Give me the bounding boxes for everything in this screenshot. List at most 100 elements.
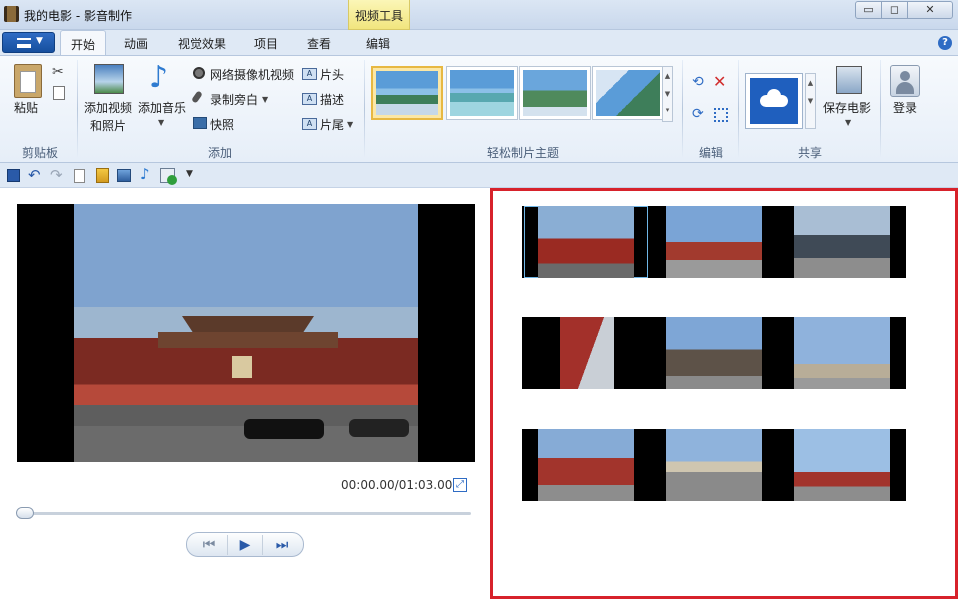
clip-thumbnail[interactable] <box>524 429 648 501</box>
music-note-icon[interactable]: ♪ <box>140 165 150 183</box>
new-project-icon[interactable] <box>74 169 85 183</box>
chevron-down-icon: ▼ <box>36 36 43 46</box>
rotate-left-icon[interactable]: ⟲ <box>692 74 704 90</box>
chevron-down-icon[interactable]: ▼ <box>845 118 851 127</box>
full-screen-icon[interactable]: ⤢ <box>453 478 467 492</box>
playback-controls: ⏮ ▶ ⏭ <box>186 532 304 557</box>
timecode-display: 00:00.00/01:03.00 <box>341 478 453 492</box>
rotate-right-icon[interactable]: ⟳ <box>692 106 704 122</box>
credits-icon: A <box>302 118 317 130</box>
group-divider <box>364 60 365 158</box>
scroll-up-icon[interactable]: ▲ <box>806 74 815 92</box>
group-label-themes: 轻松制片主题 <box>486 146 559 160</box>
microphone-icon <box>191 90 203 104</box>
save-icon[interactable] <box>7 169 20 182</box>
theme-default[interactable] <box>371 66 443 120</box>
tab-visual-effects[interactable]: 视觉效果 <box>168 30 236 55</box>
add-music-button[interactable]: 添加音乐 <box>138 99 186 116</box>
delete-icon[interactable]: ✕ <box>713 72 726 91</box>
chevron-down-icon[interactable]: ▼ <box>158 118 164 127</box>
expand-gallery-icon[interactable]: ▾ <box>663 103 672 117</box>
save-movie-button[interactable]: 保存电影 <box>823 99 871 116</box>
tab-animations[interactable]: 动画 <box>112 30 160 55</box>
tab-view[interactable]: 查看 <box>296 30 342 55</box>
tab-project[interactable]: 项目 <box>244 30 288 55</box>
seek-thumb[interactable] <box>16 507 34 519</box>
group-divider <box>77 60 78 158</box>
help-icon[interactable]: ? <box>938 36 952 50</box>
group-label-edit: 编辑 <box>698 146 723 160</box>
title-bar <box>0 0 958 30</box>
close-button[interactable]: ✕ <box>907 1 953 19</box>
previous-frame-icon[interactable]: ⏮ <box>191 535 227 555</box>
webcam-video-button[interactable]: 网络摄像机视频 <box>210 66 294 83</box>
chevron-down-icon[interactable]: ▼ <box>347 120 353 129</box>
group-divider <box>880 60 881 158</box>
paste-button[interactable]: 粘贴 <box>14 99 38 116</box>
maximize-button[interactable]: ◻ <box>881 1 908 19</box>
snapshot-check-icon[interactable] <box>160 168 177 185</box>
seek-bar[interactable] <box>17 512 471 515</box>
film-app-icon[interactable] <box>4 6 19 22</box>
customize-qat-icon[interactable]: ▼ <box>186 169 193 179</box>
preview-frame-image <box>74 204 418 462</box>
onedrive-share-button[interactable] <box>745 73 803 129</box>
scroll-down-icon[interactable]: ▼ <box>663 85 672 103</box>
title-icon: A <box>302 68 317 80</box>
minimize-button[interactable]: ▭ <box>855 1 882 19</box>
clip-thumbnail[interactable] <box>780 317 906 389</box>
open-project-icon[interactable] <box>96 168 109 183</box>
share-scroll[interactable]: ▲ ▼ <box>805 73 816 129</box>
quick-access-toolbar: ↶ ↷ ♪ ▼ <box>0 164 958 188</box>
undo-icon[interactable]: ↶ <box>28 166 41 184</box>
play-icon[interactable]: ▶ <box>227 535 263 555</box>
group-label-share: 共享 <box>797 146 822 160</box>
redo-icon[interactable]: ↷ <box>50 166 63 184</box>
clip-thumbnail[interactable] <box>650 429 778 501</box>
playhead-marker[interactable] <box>522 206 524 278</box>
chevron-down-icon[interactable]: ▼ <box>262 95 268 104</box>
clip-thumbnail[interactable] <box>780 206 906 278</box>
theme-cinematic[interactable] <box>519 66 591 120</box>
ribbon-tab-row: ▼ 开始 动画 视觉效果 项目 查看 编辑 ? <box>0 30 958 55</box>
group-divider <box>682 60 683 158</box>
theme-contemporary[interactable] <box>446 66 518 120</box>
cut-icon[interactable]: ✂ <box>52 64 64 80</box>
group-label-add: 添加 <box>207 146 232 160</box>
add-video-button[interactable]: 添加视频 <box>84 99 132 116</box>
clip-thumbnail[interactable] <box>524 317 648 389</box>
file-menu-button[interactable]: ▼ <box>2 32 55 53</box>
caption-button[interactable]: 描述 <box>320 91 344 108</box>
context-tab-video-tools: 视频工具 <box>348 0 410 30</box>
credits-button[interactable]: 片尾 <box>320 116 344 133</box>
video-preview[interactable] <box>17 204 475 462</box>
sign-in-button[interactable]: 登录 <box>893 99 917 116</box>
copy-icon[interactable] <box>53 86 65 100</box>
caption-icon: A <box>302 93 317 105</box>
save-movie-icon[interactable] <box>836 66 862 94</box>
group-divider <box>738 60 739 158</box>
record-narration-button[interactable]: 录制旁白 <box>210 91 258 108</box>
cloud-icon <box>750 78 798 124</box>
paste-icon[interactable] <box>14 64 42 98</box>
scroll-up-icon[interactable]: ▲ <box>663 67 672 85</box>
theme-fade[interactable] <box>592 66 664 120</box>
clip-thumbnail[interactable] <box>650 317 778 389</box>
menu-icon <box>17 38 31 48</box>
add-video-button-line2: 和照片 <box>90 119 127 133</box>
title-button[interactable]: 片头 <box>320 66 344 83</box>
select-all-icon[interactable] <box>714 108 728 122</box>
tab-home[interactable]: 开始 <box>60 30 106 55</box>
themes-scroll[interactable]: ▲ ▼ ▾ <box>662 66 673 122</box>
clip-thumbnail[interactable] <box>524 206 648 278</box>
next-frame-icon[interactable]: ⏭ <box>264 535 300 555</box>
tab-edit[interactable]: 编辑 <box>352 30 404 55</box>
snapshot-button[interactable]: 快照 <box>210 116 234 133</box>
add-video-icon[interactable] <box>94 64 124 94</box>
clip-thumbnail[interactable] <box>780 429 906 501</box>
scroll-down-icon[interactable]: ▼ <box>806 92 815 110</box>
clip-thumbnail[interactable] <box>650 206 778 278</box>
music-note-icon[interactable]: ♪ <box>149 60 168 95</box>
user-icon[interactable] <box>890 65 920 97</box>
add-photos-icon[interactable] <box>117 169 131 182</box>
